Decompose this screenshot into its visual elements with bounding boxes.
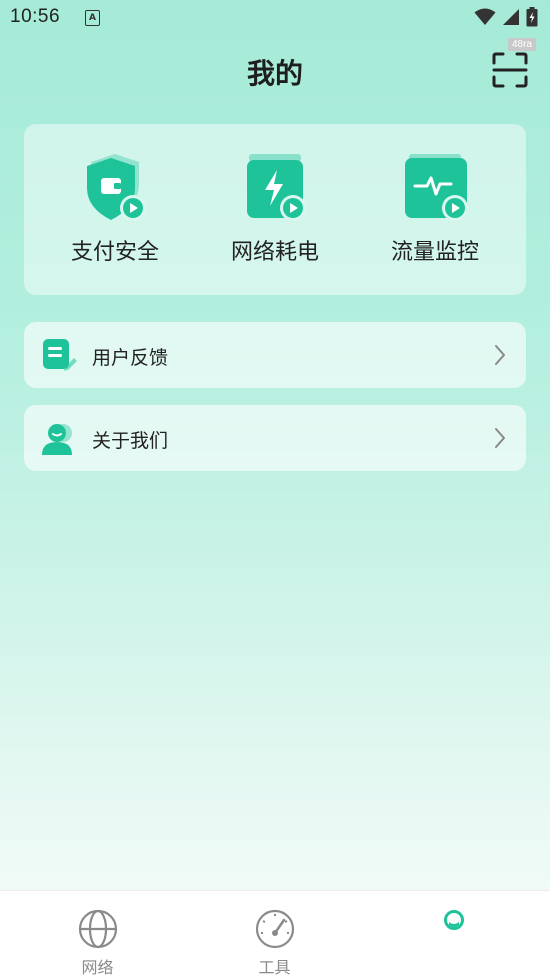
nav-label: 工具 [258,958,291,977]
menu-item-feedback[interactable]: 用户反馈 [24,322,526,388]
feedback-document-icon [43,339,77,371]
person-icon [42,424,72,455]
speedometer-icon [255,909,294,949]
chevron-right-icon [495,428,505,448]
nav-item-network[interactable]: 网络 [6,891,189,978]
scan-icon [492,52,528,88]
feature-pay-security[interactable]: 支付安全 [40,152,190,282]
feature-label: 流量监控 [390,240,479,265]
pulse-monitor-icon [405,154,468,221]
nav-label: 网络 [81,958,114,977]
header: 我的 48ra [0,38,550,104]
status-time: 10:56 [10,6,61,27]
status-bar: 10:56 A [0,0,550,38]
chevron-right-icon [495,345,505,365]
scan-button[interactable] [492,52,528,88]
notification-a-icon: A [85,10,100,26]
battery-icon [526,7,538,27]
nav-item-tools[interactable]: 工具 [183,891,366,978]
nav-item-profile[interactable] [362,891,545,978]
menu-label: 用户反馈 [92,347,169,369]
feature-label: 网络耗电 [230,240,319,265]
page-title: 我的 [246,57,303,90]
battery-bolt-icon [247,154,306,221]
bottom-nav: 网络 工具 [0,890,550,978]
wallet-shield-icon [87,154,146,221]
feature-network-power[interactable]: 网络耗电 [200,152,350,282]
menu-item-about[interactable]: 关于我们 [24,405,526,471]
feature-traffic-monitor[interactable]: 流量监控 [360,152,510,282]
wifi-icon [474,8,496,25]
globe-icon [78,909,117,949]
feature-card: 支付安全 网络耗电 流量监控 [24,124,526,295]
signal-icon [503,9,519,25]
scan-badge: 48ra [507,38,536,51]
profile-face-icon [443,910,464,930]
feature-label: 支付安全 [70,240,159,265]
menu-label: 关于我们 [92,430,169,452]
